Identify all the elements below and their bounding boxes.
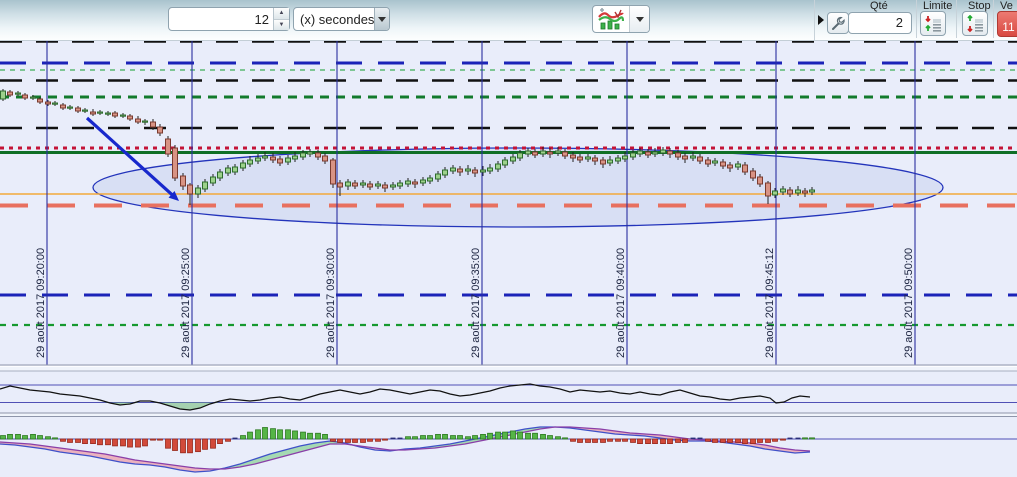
group-divider <box>993 0 994 38</box>
dropdown-button[interactable] <box>374 8 389 30</box>
chart-type-icon <box>593 6 630 32</box>
interval-unit-dropdown[interactable]: (x) secondes <box>293 7 390 31</box>
interval-unit-value: (x) secondes <box>300 11 375 27</box>
toolbar: 12 ▲ ▼ (x) secondes Qté 2 Limite Stop Ve… <box>0 0 1017 41</box>
chevron-down-icon <box>635 16 644 22</box>
chart-type-button[interactable] <box>592 5 650 33</box>
svg-text:29 août 2017 09:50:00: 29 août 2017 09:50:00 <box>903 248 915 358</box>
wrench-icon <box>831 16 845 30</box>
limit-order-icon <box>925 15 941 32</box>
svg-text:29 août 2017 09:45:12: 29 août 2017 09:45:12 <box>764 248 776 358</box>
interval-spinner[interactable]: 12 ▲ ▼ <box>168 7 290 31</box>
interval-down-icon[interactable]: ▼ <box>274 19 289 30</box>
main-chart-canvas[interactable]: 29 août 2017 09:20:00 29 août 2017 09:25:… <box>0 0 1017 477</box>
svg-text:29 août 2017 09:35:00: 29 août 2017 09:35:00 <box>470 248 482 358</box>
toolbar-divider <box>814 0 815 40</box>
sell-button[interactable]: 11 <box>997 11 1017 37</box>
group-divider <box>956 0 957 38</box>
stop-order-icon <box>967 14 983 32</box>
settings-button[interactable] <box>827 12 849 34</box>
svg-text:29 août 2017 09:20:00: 29 août 2017 09:20:00 <box>35 248 47 358</box>
interval-value: 12 <box>254 11 269 27</box>
interval-up-icon[interactable]: ▲ <box>274 8 289 20</box>
svg-text:29 août 2017 09:25:00: 29 août 2017 09:25:00 <box>180 248 192 358</box>
chart-type-dropdown[interactable] <box>630 6 649 32</box>
limit-order-button[interactable] <box>920 11 946 36</box>
stop-order-button[interactable] <box>962 11 988 36</box>
group-divider <box>916 0 917 38</box>
svg-text:29 août 2017 09:30:00: 29 août 2017 09:30:00 <box>325 248 337 358</box>
chevron-down-icon <box>378 16 387 22</box>
qty-label: Qté <box>870 0 888 12</box>
panel-expand-arrow-icon[interactable] <box>818 15 824 25</box>
svg-text:29 août 2017 09:40:00: 29 août 2017 09:40:00 <box>615 248 627 358</box>
qty-input[interactable]: 2 <box>848 12 912 34</box>
